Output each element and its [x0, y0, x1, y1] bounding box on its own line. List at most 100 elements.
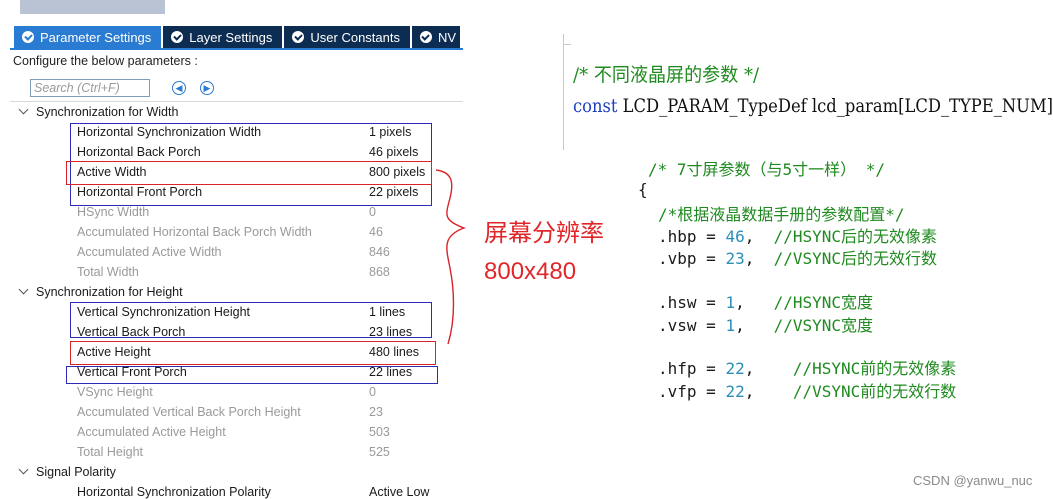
search-next-icon[interactable]: ▶ [200, 81, 214, 95]
code-comment: //HSYNC后的无效像素 [773, 227, 938, 246]
param-name: Total Height [77, 445, 144, 459]
param-value: 846 [369, 245, 390, 259]
param-value: 0 [369, 385, 376, 399]
code-line-hbp: .hbp = 46, //HSYNC后的无效像素 [658, 223, 937, 247]
tab-nvic[interactable]: NV [411, 26, 461, 48]
code-separator: , [735, 293, 774, 312]
param-row: Accumulated Vertical Back Porch Height 23 [77, 402, 447, 422]
code-declaration: LCD_PARAM_TypeDef lcd_param[LCD_TYPE_NUM… [617, 95, 1053, 117]
param-name: Accumulated Active Width [77, 245, 222, 259]
group-synchronization-height[interactable]: Synchronization for Height [18, 282, 183, 302]
param-value: 23 [369, 405, 383, 419]
annotation-label: 屏幕分辨率 [484, 219, 604, 247]
code-number: 46 [725, 227, 745, 246]
code-brace: { [638, 180, 648, 199]
param-row: Accumulated Active Width 846 [77, 242, 447, 262]
chevron-down-icon [18, 104, 29, 115]
param-value: 868 [369, 265, 390, 279]
param-name: Accumulated Active Height [77, 425, 226, 439]
param-value: Active Low [369, 485, 430, 499]
curly-brace-icon [435, 169, 467, 345]
watermark: CSDN @yanwu_nuc [913, 473, 1033, 488]
code-field: .hfp = [658, 359, 726, 378]
group-signal-polarity[interactable]: Signal Polarity [18, 462, 116, 482]
code-number: 1 [725, 293, 736, 312]
param-name: Accumulated Vertical Back Porch Height [77, 405, 301, 419]
chevron-down-icon [18, 284, 29, 295]
code-comment: //VSYNC后的无效行数 [773, 249, 938, 268]
param-row: Total Width 868 [77, 262, 447, 282]
param-name: Horizontal Synchronization Polarity [77, 485, 271, 499]
group-synchronization-width[interactable]: Synchronization for Width [18, 102, 178, 122]
check-circle-icon [292, 31, 305, 43]
search-previous-icon[interactable]: ◀ [172, 81, 186, 95]
chevron-down-icon [18, 464, 29, 475]
code-line-hsw: .hsw = 1, //HSYNC宽度 [658, 289, 873, 313]
settings-tabs: Parameter Settings Layer Settings User C… [14, 26, 462, 48]
param-name: Accumulated Horizontal Back Porch Width [77, 225, 312, 239]
highlight-box-vertical-front-porch [66, 366, 438, 384]
editor-gutter [563, 34, 564, 150]
check-circle-icon [419, 31, 432, 43]
param-row: VSync Height 0 [77, 382, 447, 402]
highlight-box-vertical-sync [70, 302, 432, 338]
tab-label: Layer Settings [189, 29, 273, 45]
param-row: Total Height 525 [77, 442, 447, 462]
code-line-vsw: .vsw = 1, //VSYNC宽度 [658, 312, 873, 336]
code-separator: , [735, 316, 774, 335]
param-value: 525 [369, 445, 390, 459]
code-comment: //HSYNC前的无效像素 [792, 359, 957, 378]
param-value: 46 [369, 225, 383, 239]
code-comment: /* 7寸屏参数（与5寸一样） */ [648, 160, 886, 179]
highlight-box-active-height [70, 341, 436, 365]
param-row: Accumulated Active Height 503 [77, 422, 447, 442]
code-line-hfp: .hfp = 22, //HSYNC前的无效像素 [658, 355, 956, 379]
code-number: 22 [725, 382, 745, 401]
tab-label: NV [437, 29, 457, 45]
param-name: HSync Width [77, 205, 150, 219]
code-comment: //VSYNC宽度 [773, 316, 874, 335]
code-number: 23 [725, 249, 745, 268]
code-comment: /*根据液晶数据手册的参数配置*/ [658, 205, 905, 224]
code-field: .hbp = [658, 227, 726, 246]
group-label: Synchronization for Width [36, 105, 179, 119]
code-separator: , [744, 359, 793, 378]
code-line-vbp: .vbp = 23, //VSYNC后的无效行数 [658, 245, 937, 269]
param-row: Accumulated Horizontal Back Porch Width 4… [77, 222, 447, 242]
group-label: Synchronization for Height [36, 285, 183, 299]
param-row[interactable]: Horizontal Synchronization Polarity Activ… [77, 482, 447, 499]
search-bar: Search (Ctrl+F) ◀ ▶ [30, 79, 214, 97]
tab-layer-settings[interactable]: Layer Settings [163, 26, 283, 48]
configure-label: Configure the below parameters : [13, 54, 198, 68]
code-field: .hsw = [658, 293, 726, 312]
highlight-box-active-width [66, 161, 432, 185]
annotation-resolution: 800x480 [484, 258, 577, 285]
check-circle-icon [171, 31, 184, 43]
code-comment: //VSYNC前的无效行数 [792, 382, 957, 401]
parameter-panel: Parameter Settings Layer Settings User C… [0, 0, 463, 499]
param-value: 503 [369, 425, 390, 439]
tab-user-constants[interactable]: User Constants [284, 26, 410, 48]
param-name: Total Width [77, 265, 139, 279]
code-field: .vsw = [658, 316, 726, 335]
tab-label: Parameter Settings [40, 29, 152, 45]
editor-gutter-mark [563, 44, 571, 45]
code-separator: , [744, 382, 793, 401]
code-comment: //HSYNC宽度 [773, 293, 874, 312]
search-input[interactable]: Search (Ctrl+F) [30, 79, 150, 97]
check-circle-icon [22, 31, 34, 43]
window-title-strip [20, 0, 165, 14]
code-separator: , [744, 227, 774, 246]
code-number: 1 [725, 316, 736, 335]
tab-label: User Constants [310, 29, 400, 45]
code-number: 22 [725, 359, 745, 378]
code-declaration-line: const LCD_PARAM_TypeDef lcd_param[LCD_TY… [573, 95, 1053, 117]
tab-underline [10, 48, 463, 50]
code-field: .vfp = [658, 382, 726, 401]
code-comment: /* 不同液晶屏的参数 */ [573, 64, 760, 86]
code-field: .vbp = [658, 249, 726, 268]
tab-parameter-settings[interactable]: Parameter Settings [14, 26, 162, 48]
group-label: Signal Polarity [36, 465, 116, 479]
code-line-vfp: .vfp = 22, //VSYNC前的无效行数 [658, 378, 956, 402]
param-name: VSync Height [77, 385, 153, 399]
